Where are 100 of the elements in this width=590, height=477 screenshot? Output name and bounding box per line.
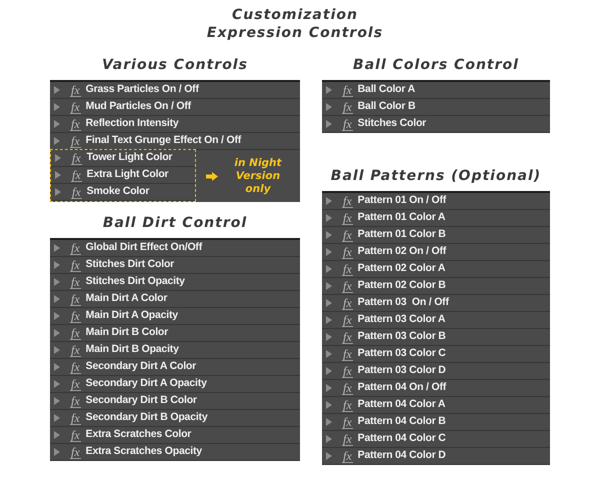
effect-row[interactable]: fx Ball Color B (322, 99, 550, 116)
expand-triangle-icon[interactable] (54, 278, 60, 286)
fx-badge: fx (70, 84, 81, 96)
expand-triangle-icon[interactable] (54, 380, 60, 388)
expand-triangle-icon[interactable] (55, 154, 61, 162)
expand-triangle-icon[interactable] (326, 197, 332, 205)
effect-row[interactable]: fx Pattern 03 Color A (322, 312, 550, 329)
effect-label: Pattern 03 On / Off (358, 295, 449, 310)
expand-triangle-icon[interactable] (54, 448, 60, 456)
fx-badge: fx (70, 412, 81, 424)
expand-triangle-icon[interactable] (54, 137, 60, 145)
expand-triangle-icon[interactable] (326, 86, 332, 94)
effect-row[interactable]: fx Smoke Color (51, 184, 195, 201)
expand-triangle-icon[interactable] (55, 188, 61, 196)
fx-badge: fx (70, 360, 81, 374)
fx-badge: fx (71, 168, 82, 182)
fx-badge: fx (70, 258, 81, 272)
expand-triangle-icon[interactable] (54, 346, 60, 354)
effect-label: Main Dirt A Opacity (86, 308, 178, 324)
expand-triangle-icon[interactable] (326, 299, 332, 307)
effect-row[interactable]: fx Grass Particles On / Off (50, 82, 300, 99)
expand-triangle-icon[interactable] (326, 231, 332, 239)
effect-row[interactable]: fx Stitches Dirt Opacity (50, 274, 300, 291)
expand-triangle-icon[interactable] (326, 384, 332, 392)
expand-triangle-icon[interactable] (54, 295, 60, 303)
effect-label: Secondary Dirt B Opacity (86, 410, 208, 426)
fx-badge: fx (70, 242, 81, 254)
fx-badge: fx (70, 344, 81, 356)
effect-row[interactable]: fx Final Text Grunge Effect On / Off (50, 133, 300, 150)
expand-triangle-icon[interactable] (54, 397, 60, 405)
expand-triangle-icon[interactable] (54, 363, 60, 371)
effect-row[interactable]: fx Pattern 03 Color D (322, 363, 550, 380)
effect-row[interactable]: fx Mud Particles On / Off (50, 99, 300, 116)
effect-row[interactable]: fx Pattern 03 Color B (322, 329, 550, 346)
effect-row[interactable]: fx Pattern 02 Color A (322, 261, 550, 278)
effect-row[interactable]: fx Reflection Intensity (50, 116, 300, 133)
fx-badge: fx (342, 246, 353, 258)
effect-label: Extra Scratches Opacity (86, 444, 202, 460)
expand-triangle-icon[interactable] (54, 312, 60, 320)
effect-row[interactable]: fx Secondary Dirt B Opacity (50, 410, 300, 427)
expand-triangle-icon[interactable] (326, 418, 332, 426)
expand-triangle-icon[interactable] (54, 86, 60, 94)
fx-badge: fx (70, 118, 81, 130)
effect-row[interactable]: fx Extra Scratches Opacity (50, 444, 300, 461)
effect-row[interactable]: fx Pattern 01 On / Off (322, 193, 550, 210)
effect-row[interactable]: fx Secondary Dirt B Color (50, 393, 300, 410)
effect-row[interactable]: fx Pattern 04 Color A (322, 397, 550, 414)
expand-triangle-icon[interactable] (54, 414, 60, 422)
expand-triangle-icon[interactable] (54, 329, 60, 337)
expand-triangle-icon[interactable] (326, 367, 332, 375)
expand-triangle-icon[interactable] (326, 248, 332, 256)
effect-row[interactable]: fx Secondary Dirt A Color (50, 359, 300, 376)
effect-label: Pattern 03 Color A (358, 312, 446, 328)
effect-row[interactable]: fx Secondary Dirt A Opacity (50, 376, 300, 393)
expand-triangle-icon[interactable] (54, 244, 60, 252)
effect-row[interactable]: fx Main Dirt A Color (50, 291, 300, 308)
expand-triangle-icon[interactable] (326, 265, 332, 273)
fx-badge: fx (70, 310, 81, 322)
expand-triangle-icon[interactable] (54, 103, 60, 111)
effect-label: Pattern 01 On / Off (358, 193, 446, 208)
effect-row[interactable]: fx Extra Scratches Color (50, 427, 300, 444)
expand-triangle-icon[interactable] (326, 214, 332, 222)
effect-row[interactable]: fx Pattern 03 Color C (322, 346, 550, 363)
effect-row[interactable]: fx Tower Light Color (51, 150, 195, 167)
effect-label: Pattern 02 Color A (358, 261, 446, 276)
effect-row[interactable]: fx Stitches Color (322, 116, 550, 133)
expand-triangle-icon[interactable] (326, 103, 332, 111)
expand-triangle-icon[interactable] (326, 333, 332, 341)
fx-badge: fx (342, 100, 353, 114)
effect-row[interactable]: fx Stitches Dirt Color (50, 257, 300, 274)
effect-row[interactable]: fx Main Dirt B Opacity (50, 342, 300, 359)
expand-triangle-icon[interactable] (326, 452, 332, 460)
effect-row[interactable]: fx Pattern 03 On / Off (322, 295, 550, 312)
effect-row[interactable]: fx Global Dirt Effect On/Off (50, 240, 300, 257)
expand-triangle-icon[interactable] (54, 431, 60, 439)
expand-triangle-icon[interactable] (326, 350, 332, 358)
effect-label: Stitches Dirt Color (86, 257, 174, 272)
expand-triangle-icon[interactable] (326, 282, 332, 290)
expand-triangle-icon[interactable] (55, 171, 61, 179)
fx-badge: fx (342, 118, 353, 130)
expand-triangle-icon[interactable] (54, 261, 60, 269)
expand-triangle-icon[interactable] (326, 435, 332, 443)
expand-triangle-icon[interactable] (326, 120, 332, 128)
effect-row[interactable]: fx Pattern 02 Color B (322, 278, 550, 295)
effect-row[interactable]: fx Extra Light Color (51, 167, 195, 184)
effect-row[interactable]: fx Main Dirt B Color (50, 325, 300, 342)
effect-row[interactable]: fx Pattern 01 Color A (322, 210, 550, 227)
effect-row[interactable]: fx Pattern 01 Color B (322, 227, 550, 244)
expand-triangle-icon[interactable] (54, 120, 60, 128)
effect-row[interactable]: fx Main Dirt A Opacity (50, 308, 300, 325)
effect-row[interactable]: fx Pattern 04 Color B (322, 414, 550, 431)
fx-badge: fx (342, 330, 353, 344)
effect-row[interactable]: fx Pattern 04 Color C (322, 431, 550, 448)
effect-row[interactable]: fx Pattern 04 On / Off (322, 380, 550, 397)
expand-triangle-icon[interactable] (326, 401, 332, 409)
effect-row[interactable]: fx Pattern 02 On / Off (322, 244, 550, 261)
effect-row[interactable]: fx Ball Color A (322, 82, 550, 99)
expand-triangle-icon[interactable] (326, 316, 332, 324)
effect-label: Smoke Color (86, 184, 150, 200)
effect-row[interactable]: fx Pattern 04 Color D (322, 448, 550, 465)
